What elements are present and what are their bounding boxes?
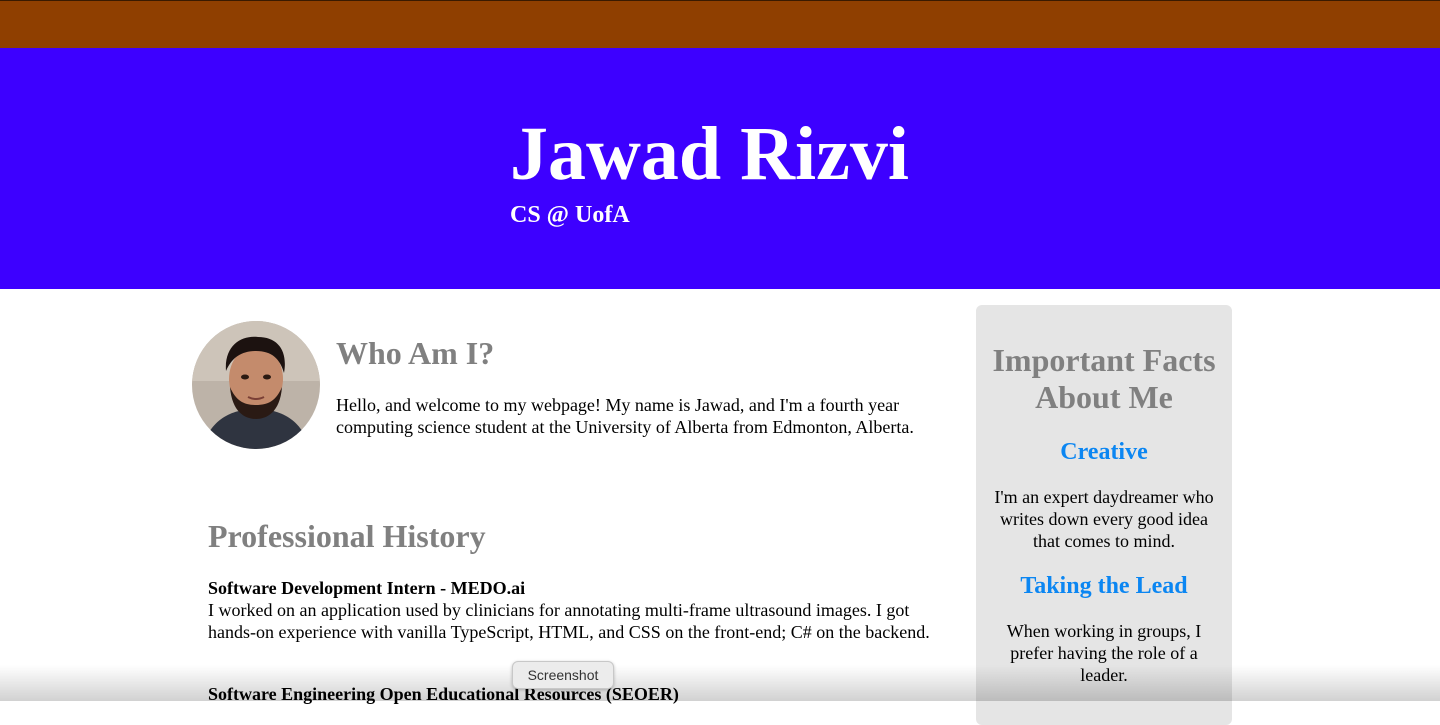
fact-title: Taking the Lead (1020, 573, 1188, 599)
avatar (192, 321, 320, 449)
screenshot-button[interactable]: Screenshot (512, 661, 614, 689)
facts-panel: Important Facts About Me Creative I'm an… (976, 305, 1232, 725)
page-subtitle: CS @ UofA (510, 202, 630, 228)
hero-banner: Jawad Rizvi CS @ UofA (0, 48, 1440, 289)
job-description: I worked on an application used by clini… (208, 600, 930, 642)
top-bar (0, 0, 1440, 48)
history-heading: Professional History (208, 518, 486, 554)
facts-heading: Important Facts About Me (992, 342, 1216, 415)
fact-title: Creative (1060, 439, 1148, 465)
job-entry: Software Development Intern - MEDO.ai I … (208, 577, 938, 643)
fact-text: I'm an expert daydreamer who writes down… (994, 487, 1214, 551)
page-title: Jawad Rizvi (510, 112, 909, 196)
fact-text: When working in groups, I prefer having … (1006, 621, 1202, 685)
profile-photo (192, 321, 320, 449)
about-text: Hello, and welcome to my webpage! My nam… (336, 395, 914, 437)
about-heading: Who Am I? (336, 335, 495, 371)
job-title: Software Development Intern - MEDO.ai (208, 578, 526, 598)
